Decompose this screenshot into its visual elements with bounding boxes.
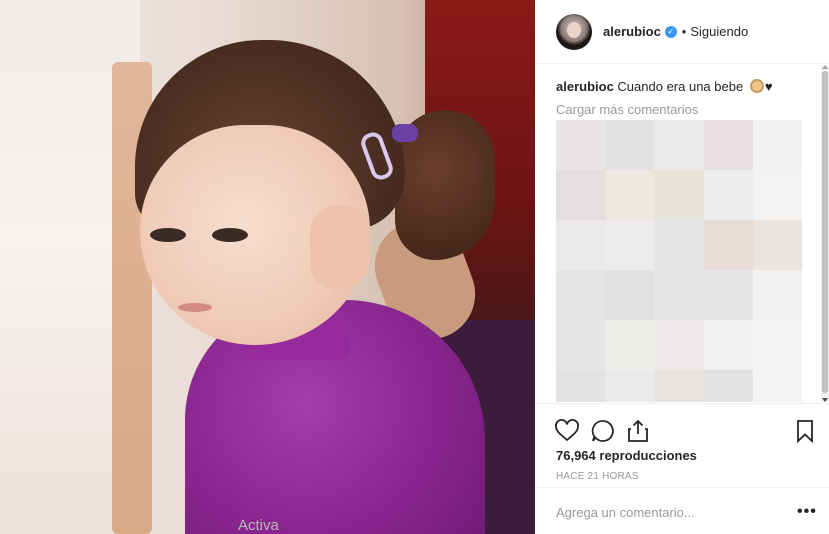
comment-bubble-icon[interactable] (590, 418, 616, 444)
mosaic-tile (654, 370, 704, 402)
verified-badge-icon: ✓ (664, 25, 677, 38)
video-child-ear (310, 205, 370, 290)
mosaic-tile (556, 370, 606, 402)
post-header: alerubioc ✓ • Siguiendo (535, 0, 829, 64)
mosaic-tile (703, 320, 753, 370)
add-comment-bar: ••• (535, 487, 829, 534)
mosaic-tile (654, 120, 704, 170)
load-more-comments-link[interactable]: Cargar más comentarios (556, 102, 698, 117)
mosaic-tile (556, 170, 606, 220)
mosaic-tile (605, 320, 655, 370)
video-hair-band (392, 124, 418, 142)
comment-input[interactable] (556, 502, 776, 522)
mosaic-tile (752, 120, 802, 170)
mosaic-tile (752, 320, 802, 370)
mosaic-tile (752, 220, 802, 270)
mosaic-tile (654, 270, 704, 320)
view-count-number: 76,964 (556, 448, 596, 463)
mosaic-tile (703, 270, 753, 320)
like-heart-icon[interactable] (554, 418, 580, 444)
following-button[interactable]: Siguiendo (690, 24, 748, 39)
scroll-down-arrow-icon[interactable] (822, 398, 828, 402)
mosaic-tile (605, 370, 655, 402)
mosaic-tile (654, 320, 704, 370)
mosaic-tile (752, 270, 802, 320)
more-options-icon[interactable]: ••• (797, 503, 817, 521)
mosaic-tile (605, 170, 655, 220)
post-timestamp[interactable]: HACE 21 HORAS (556, 471, 639, 482)
post-video[interactable] (0, 0, 535, 534)
save-bookmark-icon[interactable] (792, 418, 818, 444)
video-child-eye-left (150, 228, 186, 242)
header-separator: • (681, 24, 687, 39)
mosaic-tile (703, 220, 753, 270)
black-heart-icon: ♥ (764, 79, 773, 94)
baby-face-icon (749, 79, 764, 93)
mosaic-tile (654, 220, 704, 270)
mosaic-tile (556, 220, 606, 270)
mosaic-tile (605, 270, 655, 320)
view-count[interactable]: 76,964 reproducciones (556, 448, 697, 463)
avatar[interactable] (556, 13, 592, 50)
post-username[interactable]: alerubioc (603, 24, 661, 39)
mosaic-tile (605, 220, 655, 270)
mosaic-tile (556, 120, 606, 170)
share-upload-icon[interactable] (625, 418, 651, 444)
mosaic-tile (556, 270, 606, 320)
mosaic-tile (605, 120, 655, 170)
post-caption: alerubioc Cuando era una bebe ♥ (556, 78, 773, 96)
video-child-mouth (178, 303, 212, 312)
caption-text: Cuando era una bebe (617, 79, 744, 94)
mosaic-tile (752, 370, 802, 402)
windows-activation-watermark: Activa (238, 517, 279, 534)
view-count-label: reproducciones (599, 448, 697, 463)
caption-username[interactable]: alerubioc (556, 79, 614, 94)
scroll-up-arrow-icon[interactable] (822, 65, 828, 69)
scrollbar-thumb[interactable] (822, 71, 828, 393)
mosaic-tile (654, 170, 704, 220)
pixelated-comments-overlay (556, 120, 802, 402)
video-child-eye-right (212, 228, 248, 242)
mosaic-tile (752, 170, 802, 220)
comments-scrollbar[interactable] (821, 65, 829, 402)
mosaic-tile (703, 120, 753, 170)
mosaic-tile (703, 370, 753, 402)
mosaic-tile (556, 320, 606, 370)
comments-section[interactable]: alerubioc Cuando era una bebe ♥ Cargar m… (535, 65, 829, 402)
mosaic-tile (703, 170, 753, 220)
post-panel: alerubioc ✓ • Siguiendo alerubioc Cuando… (535, 0, 829, 534)
